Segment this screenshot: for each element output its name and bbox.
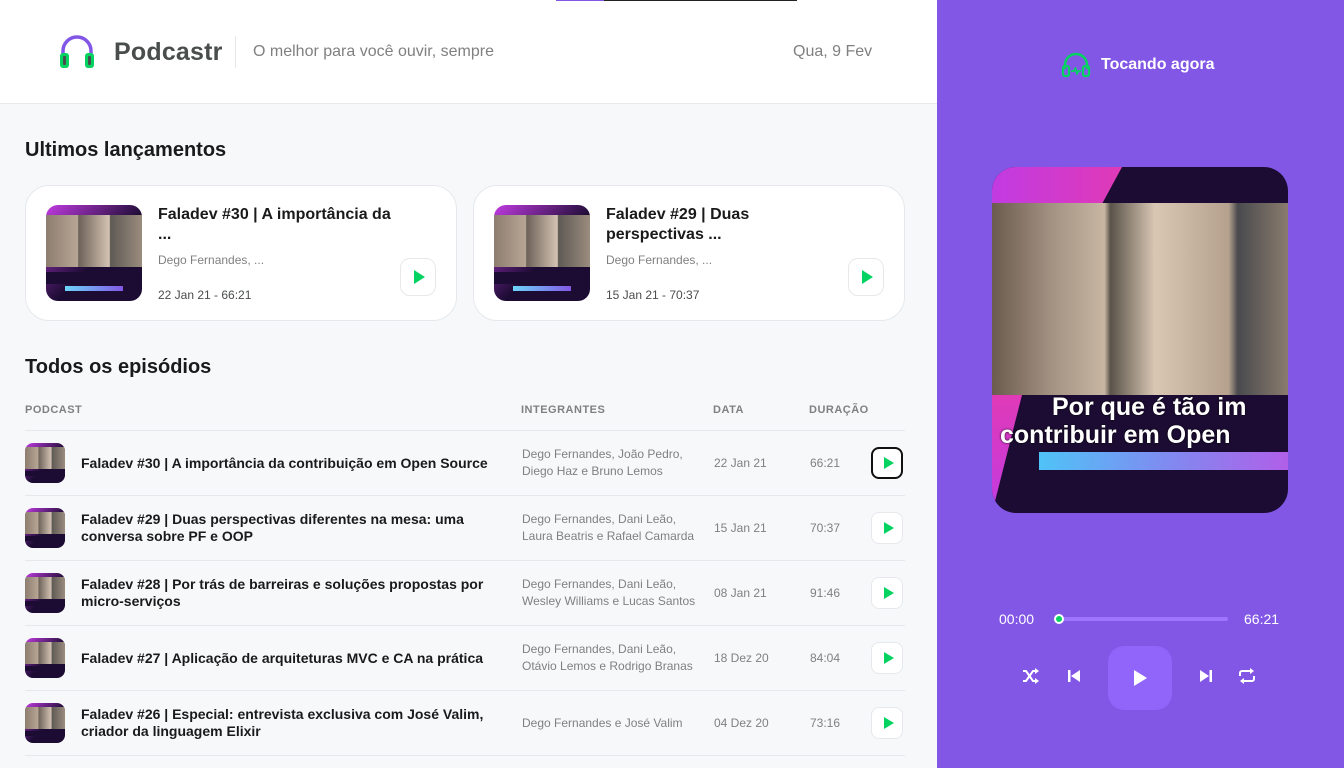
now-playing-header: Tocando agora <box>1061 52 1215 78</box>
episode-cover: Por que é tão im contribuir em Open <box>992 167 1288 513</box>
previous-icon <box>1068 670 1080 682</box>
cover-image <box>992 203 1288 395</box>
previous-button[interactable] <box>1064 666 1084 686</box>
column-header-duration: DURAÇÃO <box>809 404 869 416</box>
current-time: 00:00 <box>999 611 1035 627</box>
episode-title-link[interactable]: Faladev #27 | Aplicação de arquiteturas … <box>81 650 511 667</box>
loading-bar <box>556 0 797 1</box>
episode-thumbnail <box>25 508 65 548</box>
play-button[interactable] <box>871 642 903 674</box>
play-icon <box>414 270 425 284</box>
now-playing-label: Tocando agora <box>1101 56 1215 73</box>
headphones-icon <box>1061 52 1091 78</box>
play-icon <box>862 270 873 284</box>
player-panel: Tocando agora Por que é tão im contribui… <box>937 0 1344 768</box>
episode-date: 18 Dez 20 <box>714 651 769 665</box>
play-button[interactable] <box>871 447 903 479</box>
episode-thumbnail <box>46 205 142 301</box>
table-row: Faladev #27 | Aplicação de arquiteturas … <box>25 625 905 690</box>
episode-date-duration: 15 Jan 21 - 70:37 <box>606 288 700 302</box>
latest-releases-heading: Ultimos lançamentos <box>25 139 227 161</box>
episode-thumbnail <box>494 205 590 301</box>
episode-title-link[interactable]: Faladev #29 | Duas perspectivas diferent… <box>81 511 511 545</box>
repeat-icon <box>1239 668 1255 684</box>
all-episodes-heading: Todos os episódios <box>25 356 212 378</box>
app-header: Podcastr O melhor para você ouvir, sempr… <box>0 0 937 104</box>
play-icon <box>1134 670 1147 686</box>
headphones-logo-icon <box>60 35 94 68</box>
episode-duration: 70:37 <box>810 521 841 535</box>
episode-duration: 73:16 <box>810 716 841 730</box>
episode-date: 22 Jan 21 <box>714 456 767 470</box>
column-header-members: INTEGRANTES <box>521 404 606 416</box>
slider-handle[interactable] <box>1054 614 1064 624</box>
total-time: 66:21 <box>1244 611 1280 627</box>
episode-members: Dego Fernandes e José Valim <box>522 716 683 730</box>
play-button[interactable] <box>871 707 903 739</box>
table-row: Faladev #26 | Especial: entrevista exclu… <box>25 690 905 756</box>
shuffle-icon <box>1023 668 1039 684</box>
episode-thumbnail <box>25 573 65 613</box>
episode-duration: 84:04 <box>810 651 841 665</box>
play-icon <box>883 457 894 469</box>
episode-members: Dego Fernandes, ... <box>158 253 265 267</box>
episode-title[interactable]: Faladev #29 | Duas perspectivas ... <box>606 205 846 245</box>
episode-members: Dego Fernandes, Dani Leão, Laura Beatris… <box>522 512 695 543</box>
main-content: Podcastr O melhor para você ouvir, sempr… <box>0 0 937 768</box>
progress-slider[interactable] <box>1054 614 1228 624</box>
play-button[interactable] <box>871 512 903 544</box>
play-icon <box>883 652 894 664</box>
episode-members: Dego Fernandes, Dani Leão, Wesley Willia… <box>522 577 696 608</box>
table-row: Faladev #28 | Por trás de barreiras e so… <box>25 560 905 625</box>
episode-date: 04 Dez 20 <box>714 716 769 730</box>
episode-members: Dego Fernandes, Dani Leão, Otávio Lemos … <box>522 642 693 673</box>
episode-members: Dego Fernandes, João Pedro, Diego Haz e … <box>522 447 683 478</box>
cover-caption-line2: contribuir em Open <box>1000 421 1231 449</box>
play-pause-button[interactable] <box>1108 646 1172 710</box>
episode-duration: 91:46 <box>810 586 841 600</box>
latest-episode-card[interactable]: Faladev #30 | A importância da ... Dego … <box>25 185 457 321</box>
current-date: Qua, 9 Fev <box>793 43 873 60</box>
play-button[interactable] <box>848 258 884 296</box>
app-name: Podcastr <box>114 38 223 66</box>
column-header-date: DATA <box>713 404 744 416</box>
shuffle-button[interactable] <box>1021 666 1041 686</box>
repeat-button[interactable] <box>1237 666 1257 686</box>
episode-title-link[interactable]: Faladev #28 | Por trás de barreiras e so… <box>81 576 511 610</box>
next-icon <box>1200 670 1212 682</box>
play-icon <box>883 522 894 534</box>
play-button[interactable] <box>400 258 436 296</box>
episode-thumbnail <box>25 638 65 678</box>
episode-date: 15 Jan 21 <box>714 521 767 535</box>
episode-title[interactable]: Faladev #30 | A importância da ... <box>158 205 398 245</box>
episode-duration: 66:21 <box>810 456 841 470</box>
next-button[interactable] <box>1196 666 1216 686</box>
cover-caption-line1: Por que é tão im <box>1052 393 1247 421</box>
play-icon <box>883 587 894 599</box>
header-divider <box>235 36 236 68</box>
episode-title-link[interactable]: Faladev #26 | Especial: entrevista exclu… <box>81 706 511 740</box>
episode-title-link[interactable]: Faladev #30 | A importância da contribui… <box>81 455 511 472</box>
app-tagline: O melhor para você ouvir, sempre <box>253 43 494 60</box>
play-icon <box>883 717 894 729</box>
episode-members: Dego Fernandes, ... <box>606 253 713 267</box>
episode-thumbnail <box>25 443 65 483</box>
episode-thumbnail <box>25 703 65 743</box>
table-row: Faladev #29 | Duas perspectivas diferent… <box>25 495 905 560</box>
episode-date: 08 Jan 21 <box>714 586 767 600</box>
play-button[interactable] <box>871 577 903 609</box>
latest-episode-card[interactable]: Faladev #29 | Duas perspectivas ... Dego… <box>473 185 905 321</box>
column-header-podcast: PODCAST <box>25 404 83 416</box>
table-row: Faladev #30 | A importância da contribui… <box>25 430 905 495</box>
episode-date-duration: 22 Jan 21 - 66:21 <box>158 288 252 302</box>
